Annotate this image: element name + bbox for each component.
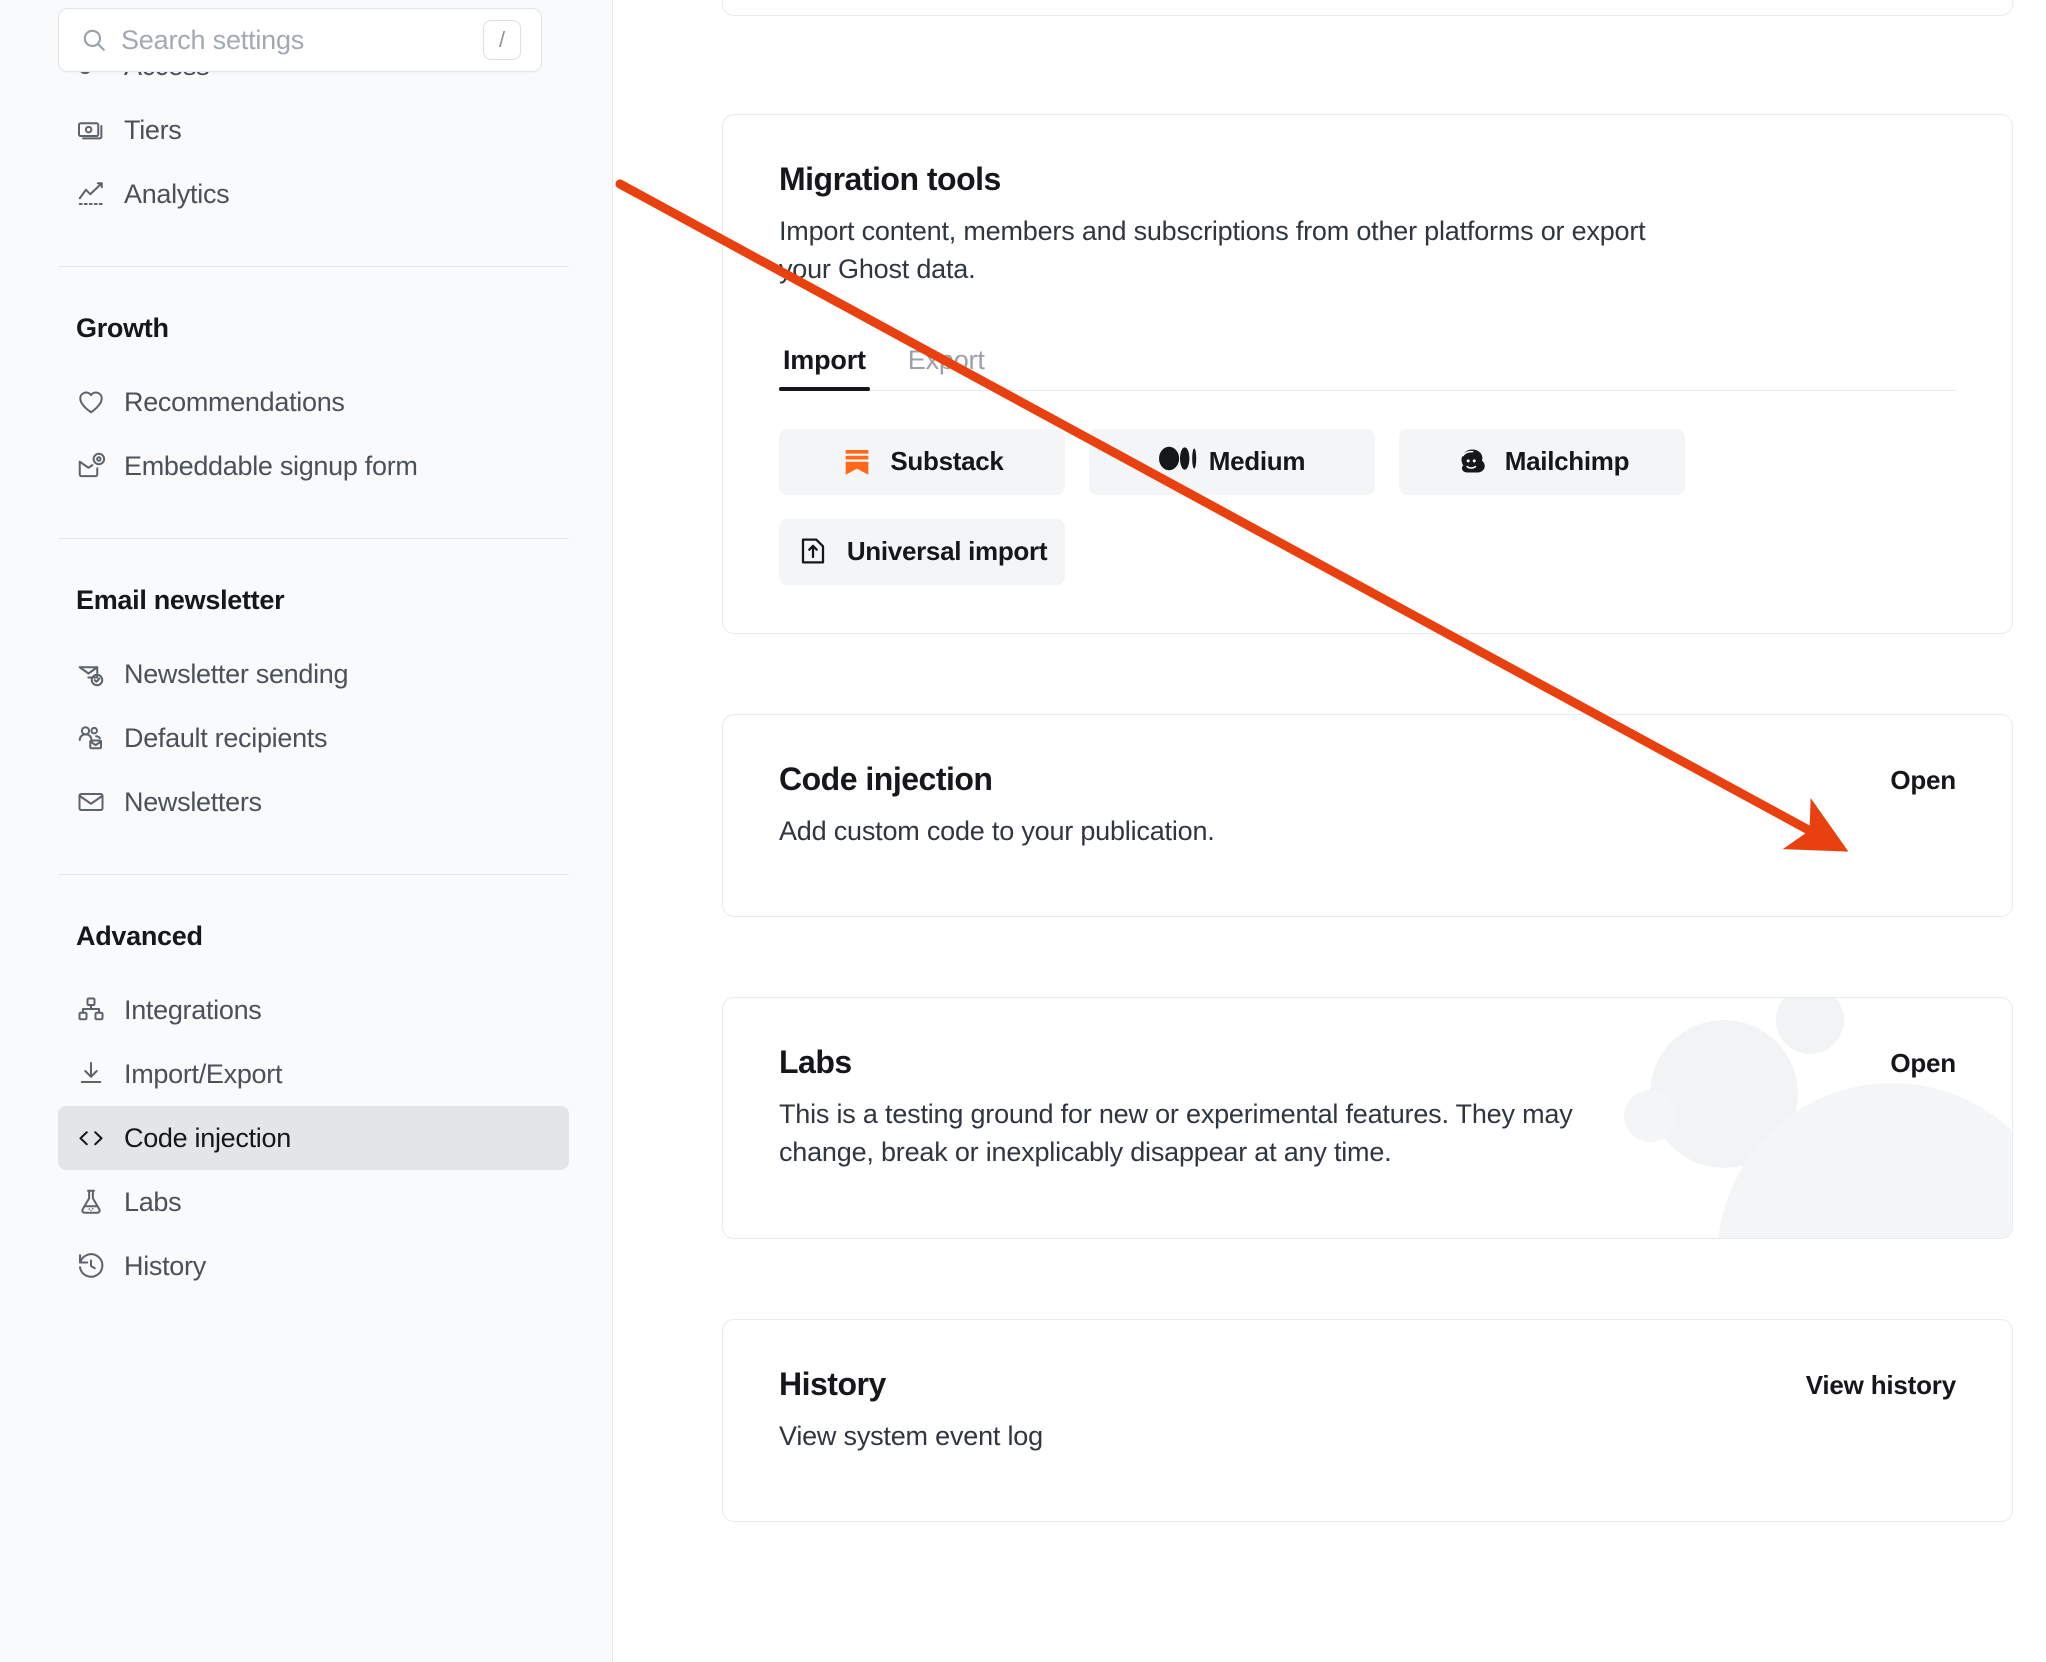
- import-option-universal[interactable]: Universal import: [779, 518, 1065, 585]
- code-injection-card: Code injection Add custom code to your p…: [722, 713, 2013, 917]
- download-icon: [76, 1059, 106, 1089]
- history-view-link[interactable]: View history: [1806, 1366, 1956, 1401]
- sidebar-item-recommendations[interactable]: Recommendations: [58, 370, 569, 434]
- migration-tabs: Import Export: [779, 345, 1956, 391]
- clock-rewind-icon: [76, 1251, 106, 1281]
- chart-line-icon: [76, 179, 106, 209]
- import-option-medium[interactable]: Medium: [1089, 428, 1375, 495]
- labs-card: Labs This is a testing ground for new or…: [722, 996, 2013, 1239]
- medium-icon: [1158, 445, 1196, 479]
- import-option-mailchimp-label: Mailchimp: [1504, 446, 1630, 477]
- sidebar-item-label: Default recipients: [124, 722, 328, 753]
- file-upload-icon: [797, 535, 831, 569]
- users-mail-icon: [76, 723, 106, 753]
- mailchimp-icon: [1455, 445, 1489, 479]
- sidebar-nav: AccessTiersAnalyticsGrowthRecommendation…: [0, 0, 612, 1338]
- sidebar-item-integrations[interactable]: Integrations: [58, 978, 569, 1042]
- tab-export[interactable]: Export: [904, 345, 989, 390]
- substack-icon: [840, 445, 874, 479]
- code-injection-description: Add custom code to your publication.: [779, 815, 1215, 846]
- main-scroll-area: Migration tools Import content, members …: [613, 0, 2046, 1522]
- flask-icon: [76, 1187, 106, 1217]
- sidebar-item-label: Embeddable signup form: [124, 450, 418, 481]
- labs-open-link[interactable]: Open: [1890, 1044, 1956, 1079]
- sidebar-item-label: History: [124, 1250, 206, 1281]
- labs-title: Labs: [779, 1043, 852, 1080]
- code-brackets-icon: [76, 1123, 106, 1153]
- migration-tools-title: Migration tools: [779, 161, 1001, 197]
- settings-sidebar: AccessTiersAnalyticsGrowthRecommendation…: [0, 0, 613, 1662]
- sidebar-item-analytics[interactable]: Analytics: [58, 162, 569, 226]
- sidebar-item-tiers[interactable]: Tiers: [58, 98, 569, 162]
- import-option-substack[interactable]: Substack: [779, 428, 1065, 495]
- settings-main: Migration tools Import content, members …: [613, 0, 2046, 1662]
- signup-form-icon: [76, 451, 106, 481]
- history-card: History View system event log View histo…: [722, 1318, 2013, 1522]
- sidebar-item-label: Labs: [124, 1186, 182, 1217]
- import-options-grid: Substack Medium Mailchimp Universal impo…: [779, 428, 1956, 585]
- sidebar-section-title: Advanced: [76, 921, 203, 951]
- sidebar-section-title: Email newsletter: [76, 585, 285, 615]
- search-shortcut-badge: /: [483, 20, 521, 60]
- search-icon: [81, 27, 107, 53]
- import-option-mailchimp[interactable]: Mailchimp: [1399, 428, 1685, 495]
- blocks-icon: [76, 995, 106, 1025]
- tab-import[interactable]: Import: [779, 345, 870, 391]
- sidebar-section-title: Growth: [76, 313, 169, 343]
- history-title: History: [779, 1365, 886, 1402]
- envelope-icon: [76, 787, 106, 817]
- previous-section-card-clipped: [722, 0, 2013, 16]
- import-option-medium-label: Medium: [1208, 446, 1306, 477]
- sidebar-item-labs[interactable]: Labs: [58, 1170, 569, 1234]
- import-option-substack-label: Substack: [890, 446, 1004, 477]
- sidebar-item-newsletters[interactable]: Newsletters: [58, 770, 569, 834]
- search-input[interactable]: [121, 24, 483, 56]
- migration-tools-description: Import content, members and subscription…: [779, 216, 1646, 285]
- sidebar-item-history[interactable]: History: [58, 1234, 569, 1298]
- sidebar-item-code-injection[interactable]: Code injection: [58, 1106, 569, 1170]
- sidebar-item-label: Import/Export: [124, 1058, 283, 1089]
- search-settings-box[interactable]: /: [58, 8, 542, 72]
- import-option-universal-label: Universal import: [846, 536, 1048, 567]
- sidebar-item-label: Integrations: [124, 994, 262, 1025]
- sidebar-item-import-export[interactable]: Import/Export: [58, 1042, 569, 1106]
- money-icon: [76, 115, 106, 145]
- sidebar-item-label: Newsletters: [124, 786, 262, 817]
- code-injection-open-link[interactable]: Open: [1890, 761, 1956, 796]
- sidebar-item-default-recipients[interactable]: Default recipients: [58, 706, 569, 770]
- sidebar-item-label: Analytics: [124, 178, 230, 209]
- mail-check-icon: [76, 659, 106, 689]
- sidebar-item-embeddable-signup-form[interactable]: Embeddable signup form: [58, 434, 569, 498]
- sidebar-divider: [58, 874, 569, 875]
- labs-description: This is a testing ground for new or expe…: [779, 1098, 1573, 1168]
- history-description: View system event log: [779, 1420, 1043, 1451]
- sidebar-item-label: Code injection: [124, 1122, 291, 1153]
- sidebar-divider: [58, 538, 569, 539]
- code-injection-title: Code injection: [779, 760, 993, 797]
- sidebar-scroll-area: AccessTiersAnalyticsGrowthRecommendation…: [0, 0, 612, 1338]
- sidebar-divider: [58, 266, 569, 267]
- migration-tools-card: Migration tools Import content, members …: [722, 114, 2013, 634]
- heart-icon: [76, 387, 106, 417]
- sidebar-item-label: Tiers: [124, 114, 182, 145]
- sidebar-item-newsletter-sending[interactable]: Newsletter sending: [58, 642, 569, 706]
- settings-screen: AccessTiersAnalyticsGrowthRecommendation…: [0, 0, 2046, 1662]
- sidebar-item-label: Recommendations: [124, 386, 345, 417]
- sidebar-item-label: Newsletter sending: [124, 658, 349, 689]
